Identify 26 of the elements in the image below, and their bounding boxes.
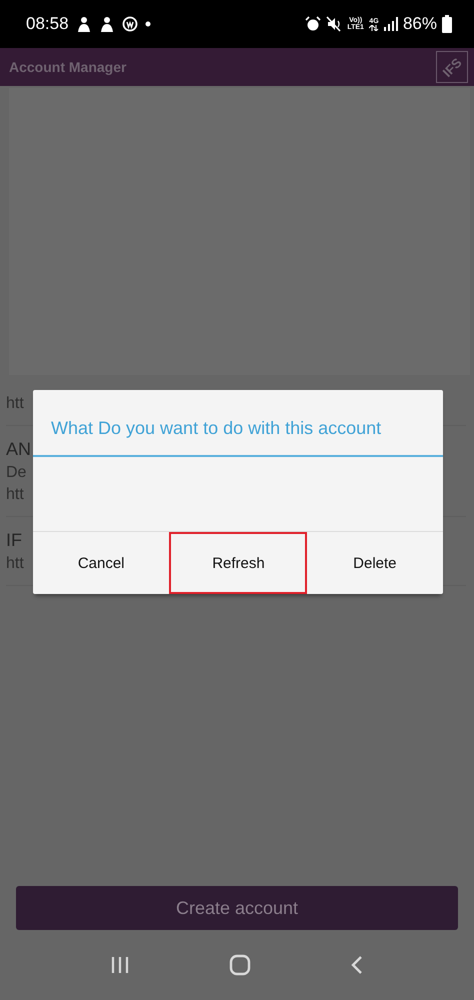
account-detail: htt [6, 394, 24, 414]
mute-icon [326, 16, 342, 32]
person-icon [76, 16, 92, 32]
account-name: IF [6, 529, 22, 552]
dialog-title: What Do you want to do with this account [33, 390, 443, 457]
home-icon[interactable] [228, 954, 251, 976]
account-detail: De [6, 463, 26, 483]
alarm-icon [305, 16, 322, 32]
account-detail: htt [6, 554, 24, 574]
dialog-button[interactable]: Refresh [169, 532, 307, 594]
dialog-button[interactable]: Delete [306, 532, 443, 594]
signal-icon [384, 17, 398, 31]
clock-time: 08:58 [26, 14, 69, 34]
back-icon[interactable] [350, 955, 364, 975]
create-account-button[interactable]: Create account [16, 886, 458, 930]
app-title: Account Manager [9, 59, 126, 75]
logo-badge: IFS [436, 51, 468, 83]
battery-percent: 86% [402, 14, 437, 34]
account-detail: htt [6, 485, 24, 505]
recents-icon[interactable] [110, 956, 130, 974]
dialog-button[interactable]: Cancel [33, 532, 170, 594]
account-name: AN [6, 438, 32, 461]
data-arrows-icon [368, 24, 379, 30]
dot-icon [144, 21, 151, 27]
battery-icon [442, 15, 452, 33]
person-icon [98, 16, 115, 32]
